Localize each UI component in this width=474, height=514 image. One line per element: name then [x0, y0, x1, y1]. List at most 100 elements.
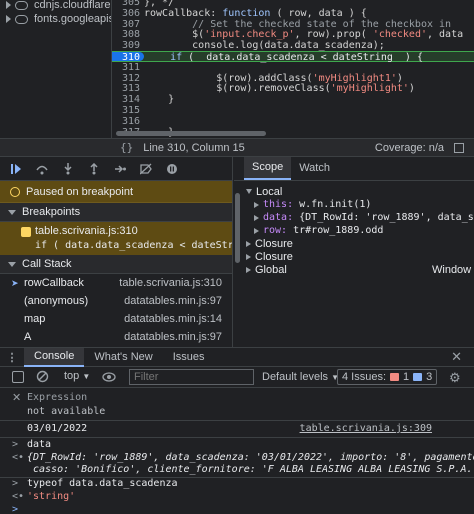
prop-key: this:	[263, 199, 294, 210]
more-tabs-icon[interactable]: ⋮	[0, 351, 24, 364]
line-number[interactable]: 313	[112, 83, 144, 94]
breakpoints-section-header[interactable]: Breakpoints	[0, 203, 232, 222]
console-toolbar: top ▼ Default levels ▼ 4 Issues: 1 3 ⚙	[0, 367, 474, 388]
callstack-section-header[interactable]: Call Stack	[0, 255, 232, 274]
levels-label: Default levels	[262, 371, 329, 383]
expand-icon[interactable]	[454, 142, 464, 153]
code-line[interactable]: 311	[112, 62, 474, 73]
filter-input[interactable]	[129, 369, 254, 385]
code-line[interactable]: 308 $('input.check_p', row).prop( 'check…	[112, 29, 474, 40]
call-frame[interactable]: ➤ rowCallback table.scrivania.js:310	[0, 274, 232, 292]
scope-local[interactable]: Local	[246, 185, 282, 198]
tab-whats-new[interactable]: What's New	[84, 348, 162, 367]
line-number[interactable]: 306	[112, 8, 144, 19]
scope-label: Closure	[255, 237, 293, 250]
log-source-link[interactable]: table.scrivania.js:309	[300, 423, 432, 434]
line-number[interactable]: 315	[112, 105, 144, 116]
line-number[interactable]: 309	[112, 40, 144, 51]
code-line[interactable]: 313 $(row).removeClass('myHighlight')	[112, 83, 474, 94]
code-line[interactable]: 306 rowCallback: function ( row, data ) {	[112, 8, 474, 19]
code-line[interactable]: 312 $(row).addClass('myHighlight1')	[112, 73, 474, 84]
expand-arrow-icon[interactable]	[6, 1, 11, 9]
pause-on-exceptions-icon[interactable]	[166, 163, 178, 175]
line-number[interactable]: 307	[112, 19, 144, 30]
command-text: data	[27, 439, 52, 450]
global-value: Window	[432, 263, 471, 276]
resume-icon[interactable]	[10, 163, 22, 175]
console-result-entry[interactable]: <• {DT_RowId: 'row_1889', data_scadenza:…	[0, 452, 474, 476]
editor-status-bar: {} Line 310, Column 15 Coverage: n/a	[112, 138, 474, 157]
deactivate-breakpoints-icon[interactable]	[140, 163, 152, 175]
call-frame[interactable]: map datatables.min.js:14	[0, 310, 232, 328]
code-line[interactable]: 316	[112, 116, 474, 127]
pretty-print-button[interactable]: {}	[120, 141, 133, 154]
scope-closure-1[interactable]: Closure	[246, 237, 293, 250]
prop-value: w.fn.init(1)	[299, 199, 372, 210]
close-drawer-icon[interactable]: ✕	[451, 349, 462, 365]
sidebar-toggle-icon[interactable]	[12, 371, 24, 383]
context-select[interactable]: top ▼	[64, 370, 90, 382]
input-chevron-icon: >	[12, 478, 19, 489]
line-number[interactable]: 314	[112, 94, 144, 105]
live-expression-icon[interactable]	[102, 371, 116, 386]
expand-arrow-icon	[246, 189, 252, 194]
code-line[interactable]: 305}, */	[112, 0, 474, 8]
tab-console[interactable]: Console	[24, 347, 85, 367]
line-number[interactable]: 311	[112, 62, 144, 73]
breakpoint-item[interactable]: table.scrivania.js:310 if ( data.data_sc…	[0, 222, 232, 255]
scope-row[interactable]: row: tr#row_1889.odd	[254, 224, 383, 237]
code-line[interactable]: 307 // Set the checked state of the chec…	[112, 19, 474, 30]
expression-label[interactable]: Expression	[27, 392, 87, 403]
console-prompt[interactable]: >	[0, 504, 474, 514]
line-number[interactable]: 312	[112, 73, 144, 84]
tab-scope[interactable]: Scope	[244, 157, 292, 180]
info-badge-icon	[413, 373, 423, 381]
expand-arrow-icon[interactable]	[6, 15, 11, 23]
step-into-icon[interactable]	[62, 162, 74, 175]
settings-gear-icon[interactable]: ⚙	[449, 370, 461, 386]
result-arrow-icon: <•	[12, 452, 25, 463]
frame-location: datatables.min.js:97	[124, 331, 222, 343]
step-out-icon[interactable]	[88, 162, 100, 175]
tab-issues[interactable]: Issues	[163, 348, 215, 367]
code-line[interactable]: 315	[112, 105, 474, 116]
tab-watch[interactable]: Watch	[291, 157, 338, 180]
cursor-position: Line 310, Column 15	[143, 141, 245, 154]
breakpoint-checkbox[interactable]	[21, 227, 31, 237]
tree-item-fonts[interactable]: fonts.googleapis	[6, 11, 111, 27]
result-line: 'string'	[27, 491, 76, 502]
levels-dropdown[interactable]: Default levels ▼	[262, 371, 339, 383]
scope-label: Global	[255, 263, 287, 276]
scope-label: Local	[256, 185, 283, 198]
tree-item-label: cdnjs.cloudflare	[34, 0, 111, 11]
scope-this[interactable]: this: w.fn.init(1)	[254, 198, 371, 211]
sources-top: cdnjs.cloudflare fonts.googleapis 305}, …	[0, 0, 474, 138]
log-value: 03/01/2022	[27, 423, 88, 434]
code-line[interactable]: 314 }	[112, 94, 474, 105]
step-over-icon[interactable]	[36, 163, 48, 175]
scope-label: Closure	[255, 250, 293, 263]
remove-expression-icon[interactable]: ✕	[12, 391, 21, 404]
line-number[interactable]: 308	[112, 29, 144, 40]
scope-global[interactable]: Global	[246, 263, 287, 276]
code-editor[interactable]: 305}, */306 rowCallback: function ( row, …	[112, 0, 474, 138]
call-frame[interactable]: Adatatables.min.js:97	[0, 328, 232, 346]
line-number[interactable]: 305	[112, 0, 144, 8]
clear-console-icon[interactable]	[36, 370, 49, 386]
scope-data[interactable]: data: {DT_RowId: 'row_1889', data_scaden	[254, 211, 474, 224]
editor-horizontal-scrollbar[interactable]	[112, 128, 474, 138]
navigator-status	[0, 138, 112, 157]
breakpoint-line-number[interactable]: 310	[112, 52, 144, 63]
breakpoint-file: table.scrivania.js:310	[35, 225, 138, 237]
code-text: $('input.check_p', row).prop( 'checked',…	[144, 29, 464, 41]
code-line[interactable]: 309 console.log(data.data_scadenza);	[112, 40, 474, 51]
step-icon[interactable]	[114, 163, 126, 175]
file-tree: cdnjs.cloudflare fonts.googleapis	[0, 0, 112, 138]
issues-button[interactable]: 4 Issues: 1 3	[337, 369, 438, 385]
call-frame[interactable]: (anonymous) datatables.min.js:97	[0, 292, 232, 310]
expand-arrow-icon	[254, 201, 259, 208]
line-number[interactable]: 316	[112, 116, 144, 127]
code-line[interactable]: 310 if ( data.data_scadenza < dateString…	[112, 51, 474, 63]
scope-closure-2[interactable]: Closure	[246, 250, 293, 263]
expression-value: not available	[27, 406, 106, 417]
